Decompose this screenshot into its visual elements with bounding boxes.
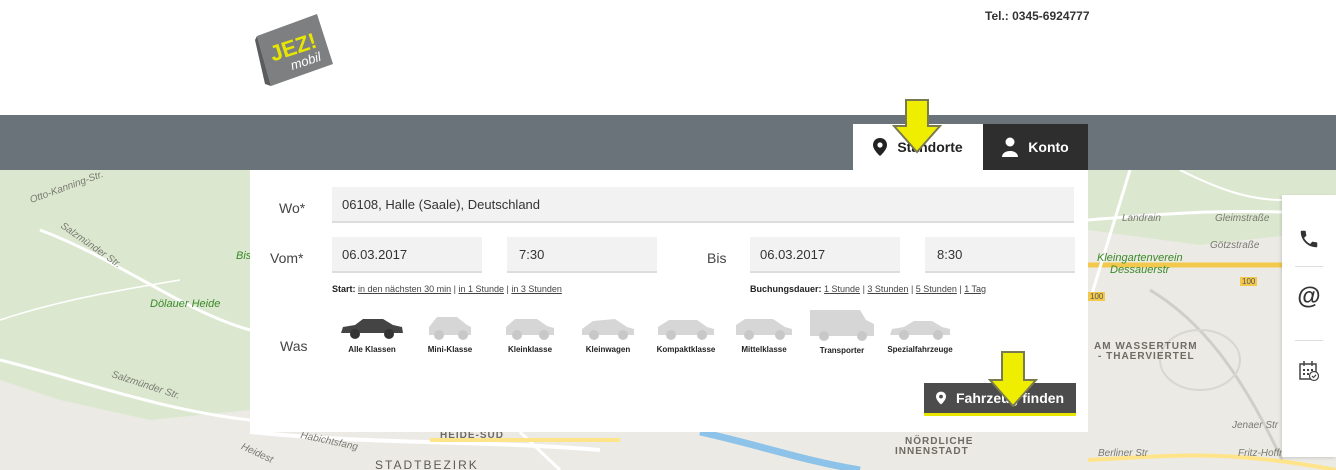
contact-sidebar: @ [1282, 195, 1336, 457]
phone-icon[interactable] [1282, 219, 1336, 259]
user-icon [1002, 137, 1019, 157]
car-class-label: Kompaktklasse [656, 345, 716, 354]
end-time-field[interactable]: 8:30 [925, 237, 1075, 273]
start-quick-label: Start: [332, 284, 356, 294]
map-label-landrain: Landrain [1122, 213, 1161, 224]
arrow-down-icon [892, 99, 942, 154]
location-pin-icon [873, 138, 888, 156]
sidebar-divider [1295, 266, 1323, 267]
mini-car-icon [429, 317, 471, 340]
car-class-label: Mittelklasse [741, 345, 787, 354]
email-at-icon[interactable]: @ [1282, 277, 1336, 317]
tab-konto[interactable]: Konto [983, 124, 1088, 170]
bis-label: Bis [707, 250, 727, 266]
location-field[interactable]: 06108, Halle (Saale), Deutschland [332, 187, 1074, 223]
search-form-panel: Wo* 06108, Halle (Saale), Deutschland Vo… [250, 170, 1088, 432]
start-quick-select: Start: in den nächsten 30 min | in 1 Stu… [332, 284, 562, 294]
start-time-field[interactable]: 7:30 [507, 237, 657, 273]
map-label-innenstadt: INNENSTADT [895, 446, 969, 457]
duration-quick-label: Buchungsdauer: [750, 284, 822, 294]
map-label-stadtbezirk: STADTBEZIRK [375, 458, 479, 470]
car-class-mittelklasse[interactable]: Mittelklasse [728, 315, 800, 354]
map-label-bis: Bis [236, 250, 252, 262]
end-date-field[interactable]: 06.03.2017 [750, 237, 900, 273]
nav-bar [0, 115, 1336, 170]
car-class-label: Spezialfahrzeuge [887, 345, 953, 354]
map-label-gleimstrasse: Gleimstraße [1215, 213, 1270, 224]
jez-mobil-logo[interactable]: JEZ! mobil [255, 6, 335, 86]
duration-option-3h[interactable]: 3 Stunden [867, 284, 908, 294]
map-label-kleingartenverein: Kleingartenverein [1097, 252, 1183, 264]
car-class-alle-klassen[interactable]: Alle Klassen [336, 315, 408, 354]
wo-label: Wo* [279, 200, 306, 216]
map-road-badge-100-left: 100 [1088, 292, 1106, 301]
calendar-check-icon[interactable] [1282, 351, 1336, 391]
car-class-mini[interactable]: Mini-Klasse [414, 315, 486, 354]
duration-option-1day[interactable]: 1 Tag [964, 284, 986, 294]
car-class-kompaktklasse[interactable]: Kompaktklasse [650, 315, 722, 354]
compact-car-icon [582, 319, 634, 340]
duration-option-5h[interactable]: 5 Stunden [916, 284, 957, 294]
car-class-spezialfahrzeuge[interactable]: Spezialfahrzeuge [884, 315, 956, 354]
map-label-berliner-str: Berliner Str [1098, 448, 1149, 459]
car-class-label: Transporter [819, 346, 865, 355]
start-option-1h[interactable]: in 1 Stunde [458, 284, 504, 294]
start-date-field[interactable]: 06.03.2017 [332, 237, 482, 273]
location-pin-icon [936, 391, 946, 405]
hatchback-icon [658, 320, 714, 340]
was-label: Was [280, 338, 308, 354]
map-label-jenaer-str: Jenaer Str [1232, 420, 1279, 431]
sidebar-divider [1295, 340, 1323, 341]
map-label-thaerviertel: - THAERVIERTEL [1098, 351, 1195, 362]
midsize-car-icon [736, 319, 792, 340]
start-option-30min[interactable]: in den nächsten 30 min [358, 284, 451, 294]
car-class-kleinwagen[interactable]: Kleinwagen [572, 315, 644, 354]
map-road-badge-100-right: 100 [1240, 277, 1258, 286]
car-class-kleinklasse[interactable]: Kleinklasse [494, 315, 566, 354]
tab-konto-label: Konto [1028, 139, 1069, 155]
car-class-label: Kleinwagen [585, 345, 631, 354]
map-label-doelauer-heide: Dölauer Heide [150, 298, 221, 310]
van-icon [810, 310, 874, 341]
start-option-3h[interactable]: in 3 Stunden [511, 284, 562, 294]
phone-number[interactable]: Tel.: 0345-6924777 [985, 9, 1090, 23]
sedan-icon [341, 319, 403, 339]
duration-option-1h[interactable]: 1 Stunde [824, 284, 860, 294]
car-class-label: Kleinklasse [507, 345, 553, 354]
special-vehicle-icon [890, 321, 950, 340]
map-label-dessauerstr: Dessauerstr [1110, 264, 1170, 276]
vom-label: Vom* [270, 250, 304, 266]
small-car-icon [506, 319, 554, 340]
duration-quick-select: Buchungsdauer: 1 Stunde | 3 Stunden | 5 … [750, 284, 987, 294]
car-class-label: Alle Klassen [348, 345, 396, 354]
car-class-label: Mini-Klasse [427, 345, 473, 354]
map-label-goetzstrasse: Götzstraße [1210, 240, 1260, 251]
car-class-transporter[interactable]: Transporter [806, 308, 878, 355]
arrow-down-icon [988, 351, 1038, 408]
